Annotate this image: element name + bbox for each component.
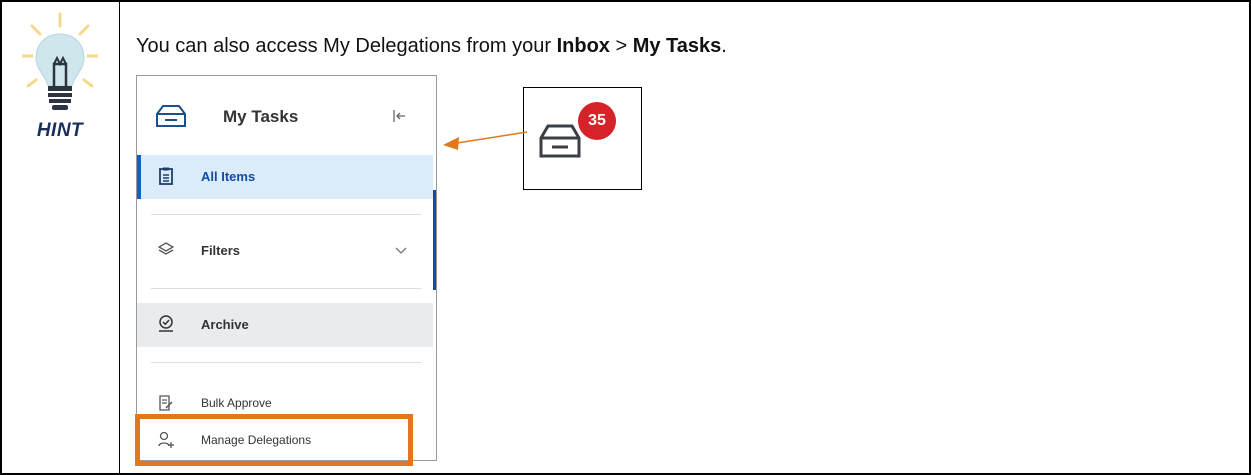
bulk-approve-icon: [159, 395, 173, 411]
instruction-separator: >: [609, 35, 633, 57]
collapse-panel-icon[interactable]: [392, 109, 406, 123]
inbox-tray-icon[interactable]: [538, 120, 582, 160]
scrollbar[interactable]: [433, 190, 436, 290]
instruction-prefix: You can also access My Delegations from …: [136, 35, 557, 57]
nav-label-archive: Archive: [201, 317, 249, 332]
inbox-callout: 35: [523, 87, 642, 190]
my-tasks-panel: My Tasks All Items Filters Archive Bulk …: [136, 75, 437, 461]
hint-column: HINT: [2, 2, 120, 473]
panel-title: My Tasks: [223, 107, 299, 126]
divider: [151, 362, 421, 363]
nav-label-filters: Filters: [201, 243, 241, 258]
nav-label-bulk-approve: Bulk Approve: [201, 396, 272, 410]
manage-delegations-highlight: [135, 414, 413, 466]
notification-badge: 35: [578, 102, 616, 140]
clipboard-icon: [159, 167, 173, 185]
panel-header: My Tasks: [137, 76, 436, 154]
instruction-my-tasks: My Tasks: [632, 35, 722, 57]
nav-label-all-items: All Items: [201, 169, 256, 184]
nav-item-filters[interactable]: Filters: [137, 229, 433, 273]
lightbulb-icon: [22, 12, 98, 110]
hint-table: HINT You can also access My Delegations …: [0, 0, 1251, 475]
divider: [151, 214, 421, 215]
hint-label: HINT: [36, 120, 84, 141]
inbox-tray-icon: [156, 105, 186, 127]
nav-item-all-items[interactable]: All Items: [137, 155, 433, 199]
instruction-inbox: Inbox: [556, 35, 610, 57]
nav-item-archive[interactable]: Archive: [137, 303, 433, 347]
instruction-text: You can also access My Delegations from …: [136, 35, 727, 58]
divider: [151, 288, 421, 289]
chevron-down-icon[interactable]: [395, 245, 407, 255]
archive-check-icon: [159, 315, 173, 332]
instruction-suffix: .: [721, 35, 727, 57]
layers-icon: [158, 242, 174, 255]
